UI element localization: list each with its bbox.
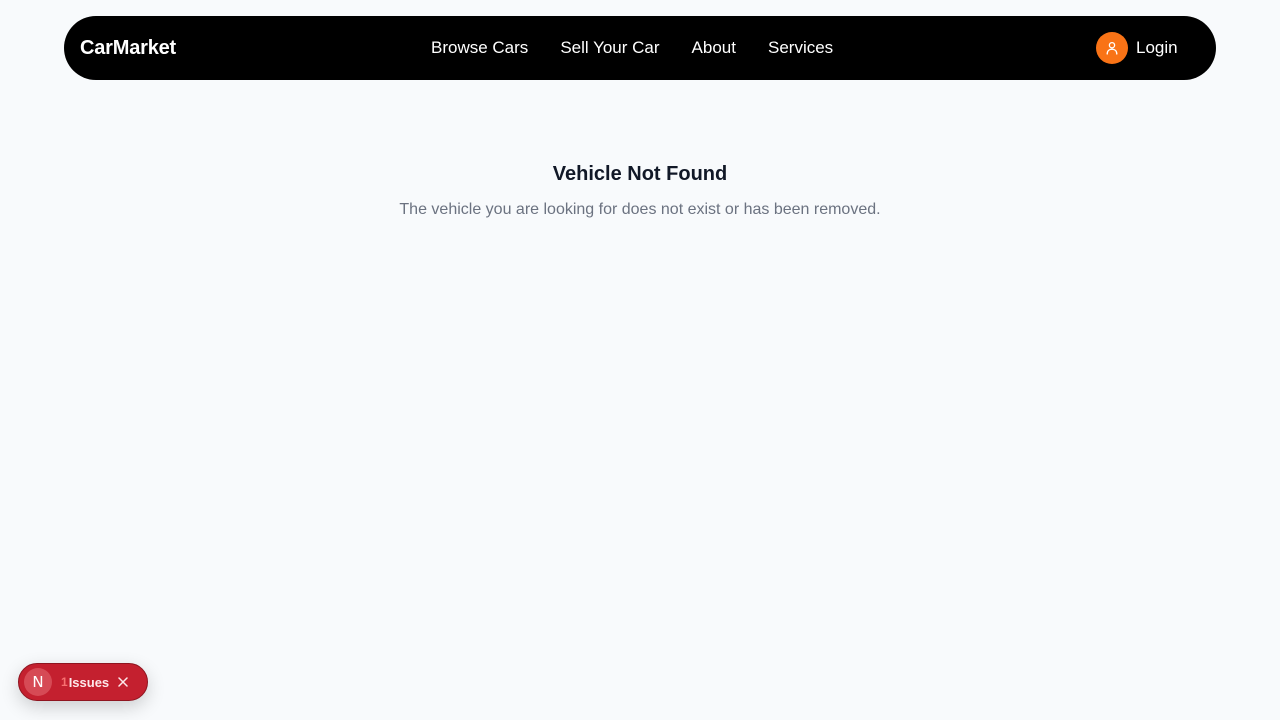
issues-label[interactable]: Issues	[69, 675, 109, 690]
nav-link-services[interactable]: Services	[768, 38, 833, 58]
not-found-message: The vehicle you are looking for does not…	[399, 201, 881, 218]
top-navbar: CarMarket Browse Cars Sell Your Car Abou…	[64, 16, 1216, 80]
nav-link-browse-cars[interactable]: Browse Cars	[431, 38, 528, 58]
close-icon[interactable]	[117, 676, 129, 688]
not-found-section: Vehicle Not Found The vehicle you are lo…	[0, 158, 1280, 220]
user-icon	[1096, 32, 1128, 64]
login-button[interactable]: Login	[1096, 32, 1178, 64]
nav-link-sell-your-car[interactable]: Sell Your Car	[560, 38, 659, 58]
page-title: Vehicle Not Found	[552, 163, 728, 185]
dev-issues-indicator[interactable]: N 1 Issues	[18, 663, 148, 701]
brand-logo[interactable]: CarMarket	[80, 16, 176, 80]
nav-links: Browse Cars Sell Your Car About Services	[431, 16, 833, 80]
login-label: Login	[1136, 38, 1178, 57]
nextjs-logo-icon[interactable]: N	[24, 668, 52, 696]
issues-count: 1	[61, 675, 68, 689]
nav-link-about[interactable]: About	[692, 38, 736, 58]
